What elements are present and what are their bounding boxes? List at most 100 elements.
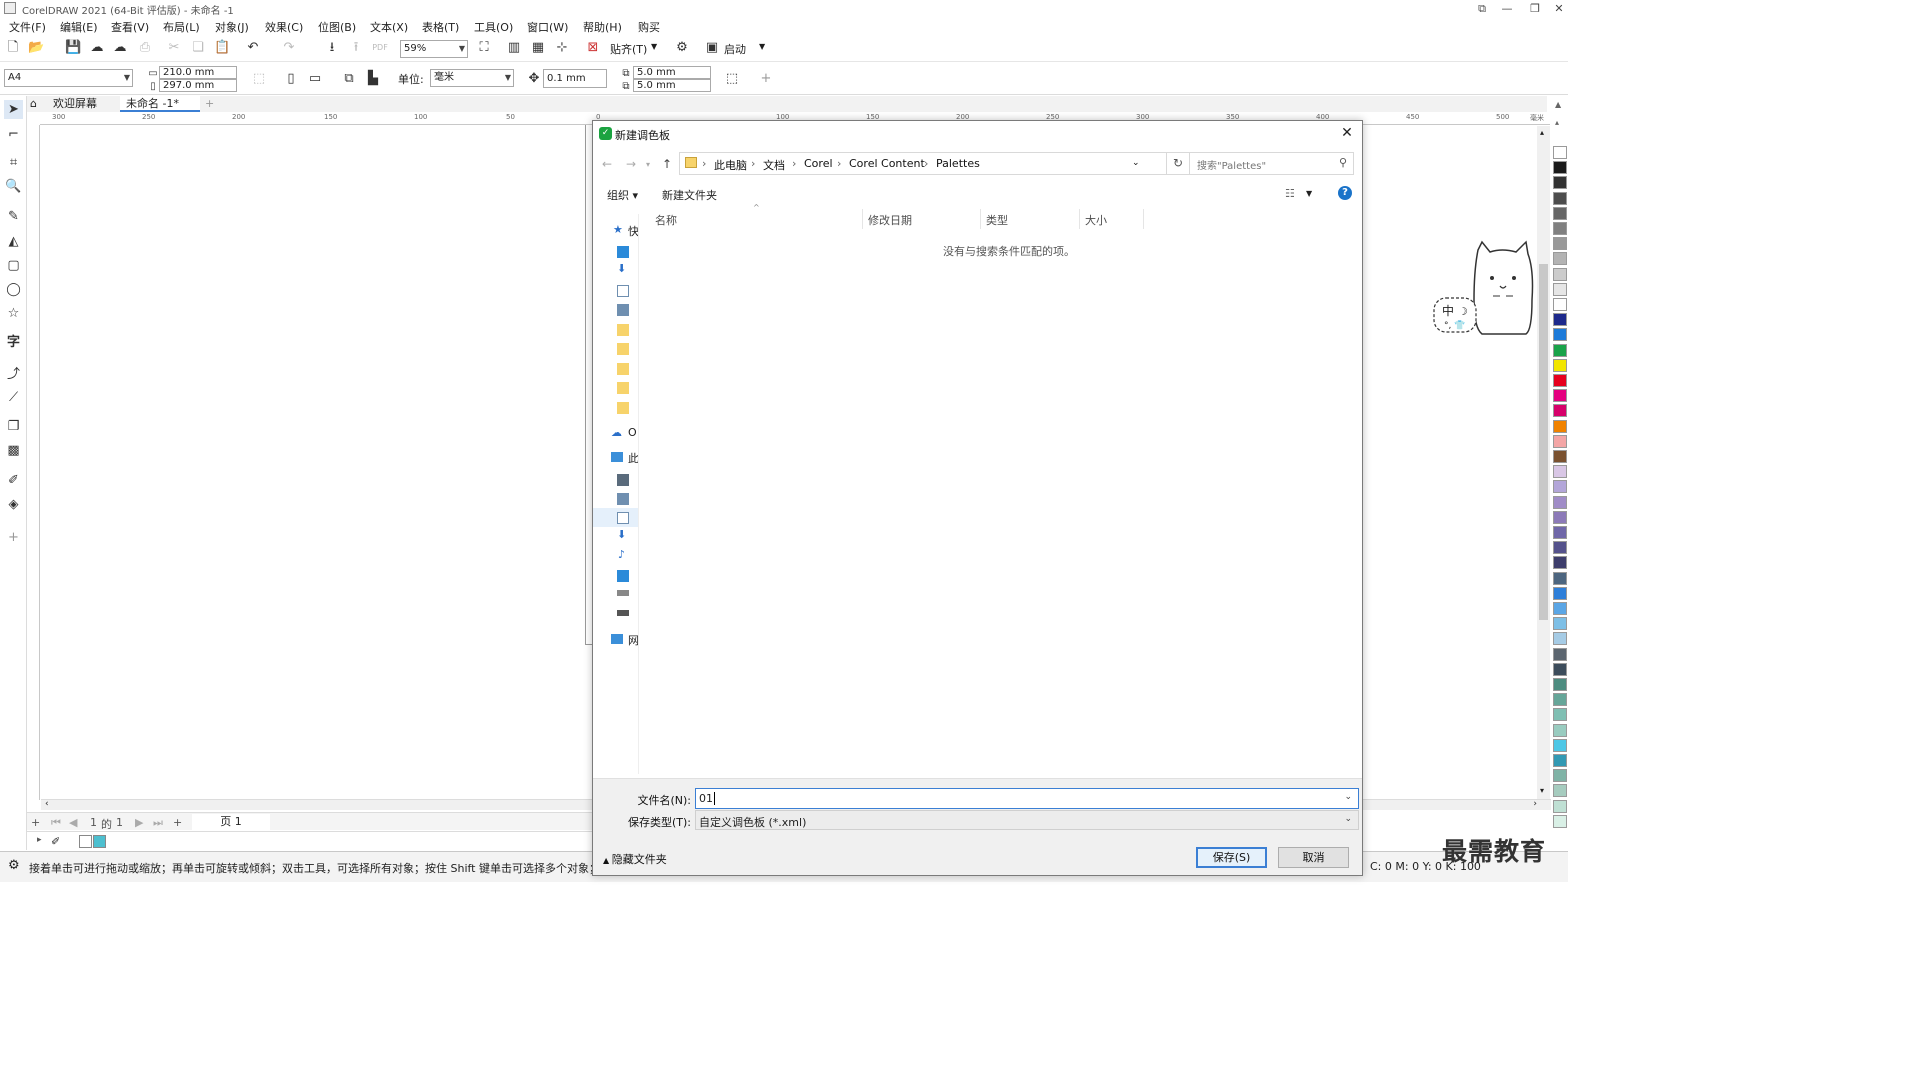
- document-icon[interactable]: [617, 285, 629, 297]
- menu-help[interactable]: 帮助(H): [583, 19, 622, 35]
- palette-color-swatch[interactable]: [1553, 282, 1567, 296]
- close-button[interactable]: ✕: [1545, 0, 1573, 17]
- zoom-level-select[interactable]: 59% ▼: [400, 40, 468, 58]
- snap-to-menu[interactable]: 贴齐(T): [610, 41, 647, 57]
- back-arrow-icon[interactable]: ←: [602, 157, 612, 171]
- launch-menu[interactable]: 启动: [724, 41, 746, 57]
- folder-icon[interactable]: [617, 343, 629, 355]
- folder-icon[interactable]: [617, 382, 629, 394]
- show-guides-icon[interactable]: ⊹: [554, 40, 570, 56]
- nav-onedrive[interactable]: O: [628, 426, 638, 439]
- cancel-button[interactable]: 取消: [1278, 847, 1349, 868]
- menu-buy[interactable]: 购买: [638, 19, 660, 35]
- pdf-icon[interactable]: PDF: [372, 40, 388, 56]
- filename-input[interactable]: 01 ⌄: [695, 788, 1359, 809]
- all-pages-icon[interactable]: ⬚: [251, 71, 267, 87]
- add-icon[interactable]: +: [758, 71, 774, 87]
- settings-gear-icon[interactable]: ⚙: [8, 858, 20, 873]
- palette-color-swatch[interactable]: [1553, 738, 1567, 752]
- menu-layout[interactable]: 布局(L): [163, 19, 200, 35]
- expand-icon[interactable]: ▸: [37, 835, 42, 845]
- zoom-tool-icon[interactable]: 🔍: [4, 177, 23, 196]
- palette-color-swatch[interactable]: [1553, 754, 1567, 767]
- save-button[interactable]: 保存(S): [1196, 847, 1267, 868]
- palette-color-swatch[interactable]: [1553, 252, 1567, 266]
- scroll-down-icon[interactable]: ▾: [1540, 786, 1544, 795]
- chevron-down-icon[interactable]: ⌄: [1344, 792, 1352, 802]
- nav-network[interactable]: 网: [628, 632, 638, 648]
- palette-color-swatch[interactable]: [1553, 814, 1567, 828]
- breadcrumb-corel[interactable]: Corel: [804, 157, 833, 170]
- export-icon[interactable]: ⭱: [348, 40, 364, 56]
- ellipse-tool-icon[interactable]: ◯: [4, 280, 23, 299]
- palette-color-swatch[interactable]: [1553, 191, 1567, 205]
- palette-color-swatch[interactable]: [1553, 602, 1567, 615]
- previous-page-icon[interactable]: ◀: [69, 816, 77, 829]
- palette-scroll-up-icon[interactable]: ▲: [1555, 100, 1561, 109]
- units-select[interactable]: 毫米 ▼: [430, 69, 514, 87]
- drop-shadow-icon[interactable]: ❐: [4, 417, 23, 436]
- minimize-button[interactable]: —: [1493, 0, 1521, 17]
- palette-color-swatch[interactable]: [1553, 769, 1567, 783]
- downloads-icon[interactable]: ⬇: [617, 262, 637, 275]
- open-folder-icon[interactable]: 📂: [28, 40, 44, 56]
- no-color-swatch[interactable]: [79, 835, 92, 848]
- scroll-left-icon[interactable]: ‹: [45, 799, 49, 809]
- palette-color-swatch[interactable]: [1553, 465, 1567, 479]
- redo-icon[interactable]: ↷: [281, 40, 297, 56]
- palette-color-swatch[interactable]: [1553, 313, 1567, 327]
- tab-page-1[interactable]: 页 1: [192, 814, 270, 830]
- folder-icon[interactable]: [617, 402, 629, 414]
- eyedropper-icon[interactable]: ✐: [51, 835, 60, 848]
- landscape-icon[interactable]: ▭: [307, 71, 323, 87]
- tab-untitled-document[interactable]: 未命名 -1*: [120, 96, 200, 112]
- palette-color-swatch[interactable]: [1553, 556, 1567, 570]
- document-icon[interactable]: [617, 512, 629, 524]
- breadcrumb-corel-content[interactable]: Corel Content: [849, 157, 925, 170]
- palette-color-swatch[interactable]: [1553, 480, 1567, 494]
- scroll-right-icon[interactable]: ›: [1533, 799, 1537, 809]
- vertical-scroll-thumb[interactable]: [1539, 264, 1548, 620]
- palette-color-swatch[interactable]: [1553, 222, 1567, 235]
- show-grid-icon[interactable]: ▦: [530, 40, 546, 56]
- column-divider[interactable]: [1079, 209, 1080, 229]
- menu-view[interactable]: 查看(V): [111, 19, 149, 35]
- palette-color-swatch[interactable]: [1553, 799, 1567, 813]
- palette-color-swatch[interactable]: [1553, 586, 1567, 600]
- transparency-icon[interactable]: ▩: [4, 441, 23, 460]
- page-frame-icon[interactable]: ⬚: [724, 71, 740, 87]
- music-icon[interactable]: ♪: [618, 548, 638, 561]
- menu-object[interactable]: 对象(J): [215, 19, 249, 35]
- palette-color-swatch[interactable]: [1553, 632, 1567, 646]
- palette-color-swatch[interactable]: [1553, 419, 1567, 433]
- downloads-icon[interactable]: ⬇: [617, 528, 637, 541]
- nav-this-pc[interactable]: 此: [628, 450, 638, 466]
- palette-color-swatch[interactable]: [1553, 571, 1567, 585]
- text-tool-icon[interactable]: 字: [4, 333, 23, 352]
- palette-color-swatch[interactable]: [1553, 176, 1567, 190]
- column-size[interactable]: 大小: [1085, 212, 1107, 228]
- menu-edit[interactable]: 编辑(E): [60, 19, 98, 35]
- cloud-download-icon[interactable]: ☁: [89, 40, 105, 56]
- vertical-scrollbar[interactable]: ▴ ▾: [1537, 126, 1550, 799]
- palette-color-swatch[interactable]: [1553, 206, 1567, 220]
- 3d-objects-icon[interactable]: [617, 474, 629, 486]
- next-page-icon[interactable]: ▶: [135, 816, 143, 829]
- pictures-icon[interactable]: [617, 304, 629, 316]
- page-width-input[interactable]: 210.0 mm: [159, 66, 237, 79]
- palette-color-swatch[interactable]: [1553, 708, 1567, 722]
- desktop-icon[interactable]: [617, 246, 629, 258]
- palette-color-swatch[interactable]: [1553, 617, 1567, 631]
- copy-icon[interactable]: ❏: [190, 40, 206, 56]
- duplicate-x-input[interactable]: 5.0 mm: [633, 66, 711, 79]
- crop-tool-icon[interactable]: ⌗: [4, 153, 23, 172]
- palette-color-swatch[interactable]: [1553, 161, 1567, 175]
- help-icon[interactable]: ?: [1338, 186, 1352, 200]
- hide-folders-toggle[interactable]: ▲ 隐藏文件夹: [603, 851, 667, 867]
- eyedropper-icon[interactable]: ✐: [4, 471, 23, 490]
- add-tool-icon[interactable]: +: [4, 528, 23, 547]
- palette-color-swatch[interactable]: [1553, 693, 1567, 707]
- folder-icon[interactable]: [617, 324, 629, 336]
- menu-effects[interactable]: 效果(C): [265, 19, 303, 35]
- organize-menu[interactable]: 组织 ▾: [607, 187, 638, 203]
